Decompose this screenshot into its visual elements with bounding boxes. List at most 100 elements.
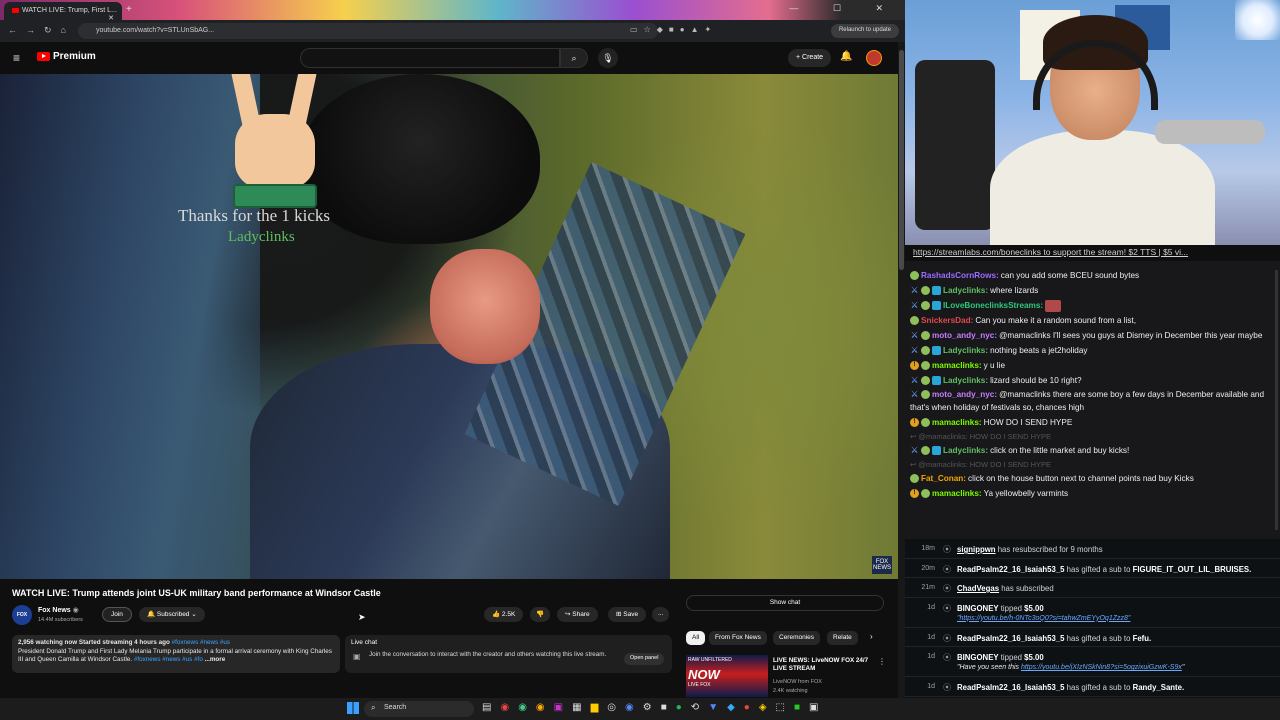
event-user[interactable]: ReadPsalm22_16_Isaiah53_5 [957, 565, 1065, 574]
event-user[interactable]: signippwn [957, 545, 996, 554]
app-icon[interactable]: ▦ [572, 702, 590, 713]
desc-more-link[interactable]: ...more [205, 656, 226, 663]
event-user[interactable]: ReadPsalm22_16_Isaiah53_5 [957, 634, 1065, 643]
chip-related[interactable]: Relate [827, 631, 858, 645]
event-user[interactable]: ReadPsalm22_16_Isaiah53_5 [957, 683, 1065, 692]
recommended-title[interactable]: LIVE NEWS: LiveNOW FOX 24/7 LIVE STREAM [773, 657, 881, 673]
desc-tags[interactable]: #foxnews #news #us [172, 639, 230, 646]
save-button[interactable]: ⊞ Save [608, 607, 647, 622]
chat-username[interactable]: mamaclinks: [932, 489, 982, 498]
create-button[interactable]: + Create [788, 49, 832, 67]
app-icon[interactable]: ⬚ [776, 702, 794, 713]
taskbar-apps[interactable]: ▤◉◉◉▣▦▆◎◉⚙■●⟲▼◆●◈⬚■▣ [482, 702, 828, 713]
join-button[interactable]: Join [102, 607, 132, 622]
activity-event[interactable]: 1d ⦿ BINGONEY tipped $5.00 "https://youtu.b… [905, 598, 1280, 628]
relaunch-button[interactable]: Relaunch to update [830, 24, 899, 38]
nav-icons[interactable]: ←→↻⌂ [8, 25, 75, 36]
desc-tags-2[interactable]: #foxnews #news #us #fo [134, 656, 203, 663]
back-icon[interactable]: ← [8, 25, 26, 35]
activity-event[interactable]: 18m ⦿ signippwn has resubscribed for 9 mon… [905, 539, 1280, 559]
share-button[interactable]: ↪ Share [557, 607, 598, 622]
bookmark-star-icon[interactable]: ☆ [644, 25, 657, 34]
app-icon[interactable]: ▣ [554, 702, 572, 713]
more-actions-button[interactable]: ... [652, 607, 670, 622]
recommended-channel[interactable]: LiveNOW from FOX [773, 679, 822, 685]
show-chat-button[interactable]: Show chat [686, 595, 884, 611]
channel-avatar[interactable]: FOX [12, 605, 32, 625]
app-icon[interactable]: ◉ [625, 702, 643, 713]
activity-event[interactable]: 1d ⦿ ReadPsalm22_16_Isaiah53_5 has gifted … [905, 677, 1280, 697]
chat-username[interactable]: ILoveBoneclinksStreams: [943, 301, 1043, 310]
chevron-right-icon[interactable]: › [870, 632, 873, 641]
window-controls[interactable]: — ☐ ✕ [789, 3, 899, 14]
page-scrollbar[interactable] [898, 42, 905, 698]
extension-icon[interactable]: ■ [669, 25, 680, 34]
event-user[interactable]: BINGONEY [957, 604, 999, 613]
chat-username[interactable]: mamaclinks: [932, 418, 982, 427]
youtube-logo[interactable]: Premium [37, 51, 96, 62]
extension-icons[interactable]: ▭☆◆■●▲✦ [630, 25, 717, 34]
forward-icon[interactable]: → [26, 25, 44, 35]
scrollbar-thumb[interactable] [899, 50, 904, 270]
recommended-thumbnail[interactable]: RAW UNFILTERED NOW LIVE FOX [686, 655, 768, 697]
chat-username[interactable]: Ladyclinks: [943, 376, 988, 385]
voice-search-button[interactable]: 🎙 [598, 48, 618, 68]
url-bar[interactable]: youtube.com/watch?v=STLUnSbAG... [78, 23, 658, 39]
taskbar-search[interactable]: ⌕ Search [364, 701, 474, 717]
account-avatar[interactable] [866, 50, 882, 66]
app-icon[interactable]: ● [744, 702, 759, 713]
app-icon[interactable]: ◆ [727, 702, 744, 713]
chat-username[interactable]: Ladyclinks: [943, 346, 988, 355]
event-note-link[interactable]: "https://youtu.be/h-0NTc3oQ0?si=tahwZmEY… [957, 615, 1130, 622]
extension-icon[interactable]: ● [680, 25, 691, 34]
app-icon[interactable]: ▣ [809, 702, 827, 713]
app-icon[interactable]: ◉ [536, 702, 554, 713]
app-icon[interactable]: ▼ [708, 702, 727, 713]
event-user[interactable]: BINGONEY [957, 653, 999, 662]
chat-username[interactable]: Fat_Conan: [921, 474, 966, 483]
chip-all[interactable]: All [686, 631, 706, 645]
notifications-bell-icon[interactable]: 🔔 [840, 51, 852, 62]
reload-icon[interactable]: ↻ [44, 25, 61, 35]
task-view-icon[interactable]: ▤ [482, 702, 500, 713]
video-description[interactable]: 2,956 watching now Started streaming 4 h… [12, 635, 340, 673]
browser-tab-active[interactable]: WATCH LIVE: Trump, First L... ✕ [4, 2, 122, 20]
app-icon[interactable]: ⟲ [691, 702, 708, 713]
app-icon[interactable]: ◉ [500, 702, 518, 713]
chat-username[interactable]: moto_andy_nyc: [932, 390, 997, 399]
activity-event[interactable]: 21m ⦿ ChadVegas has subscribed [905, 578, 1280, 598]
event-note-link[interactable]: https://youtu.be/jXIzNSkNin8?si=5ogzixui… [1021, 664, 1182, 671]
open-panel-button[interactable]: Open panel [624, 653, 665, 665]
windows-start-icon[interactable] [347, 702, 359, 714]
activity-event[interactable]: 20m ⦿ ReadPsalm22_16_Isaiah53_5 has gifted… [905, 559, 1280, 578]
dislike-button[interactable]: 👎 [530, 607, 551, 622]
extension-icon[interactable]: ▲ [691, 25, 705, 34]
activity-event[interactable]: 1d ⦿ BINGONEY tipped $5.00 "Have you seen t… [905, 647, 1280, 677]
search-button[interactable]: ⌕ [560, 48, 588, 68]
chat-username[interactable]: Ladyclinks: [943, 286, 988, 295]
activity-event[interactable]: 1d ⦿ ReadPsalm22_16_Isaiah53_5 has gifted … [905, 628, 1280, 647]
extension-icon[interactable]: ◆ [657, 25, 669, 34]
chat-username[interactable]: SnickersDad: [921, 316, 973, 325]
chat-username[interactable]: moto_andy_nyc: [932, 331, 997, 340]
app-icon[interactable]: ▆ [591, 702, 608, 713]
search-input[interactable] [300, 48, 560, 68]
chat-username[interactable]: Ladyclinks: [943, 446, 988, 455]
chip-from-fox-news[interactable]: From Fox News [709, 631, 767, 645]
spotify-icon[interactable]: ● [676, 702, 691, 713]
hamburger-menu-icon[interactable]: ≡ [13, 51, 20, 65]
puzzle-icon[interactable]: ✦ [705, 25, 718, 34]
chrome-icon[interactable]: ◉ [518, 702, 536, 713]
subscribed-button[interactable]: 🔔 Subscribed ⌄ [139, 607, 205, 622]
like-button[interactable]: 👍 2.5K [484, 607, 524, 622]
app-icon[interactable]: ■ [661, 702, 676, 713]
chat-username[interactable]: mamaclinks: [932, 361, 982, 370]
cast-icon[interactable]: ▭ [630, 25, 644, 34]
home-icon[interactable]: ⌂ [61, 25, 75, 35]
video-player[interactable]: Thanks for the 1 kicks Ladyclinks FOX NE… [0, 74, 898, 579]
chip-ceremonies[interactable]: Ceremonies [773, 631, 821, 645]
app-icon[interactable]: ◎ [607, 702, 625, 713]
app-icon[interactable]: ⚙ [643, 702, 661, 713]
chat-scrollbar[interactable] [1275, 270, 1278, 530]
event-user[interactable]: ChadVegas [957, 584, 999, 593]
